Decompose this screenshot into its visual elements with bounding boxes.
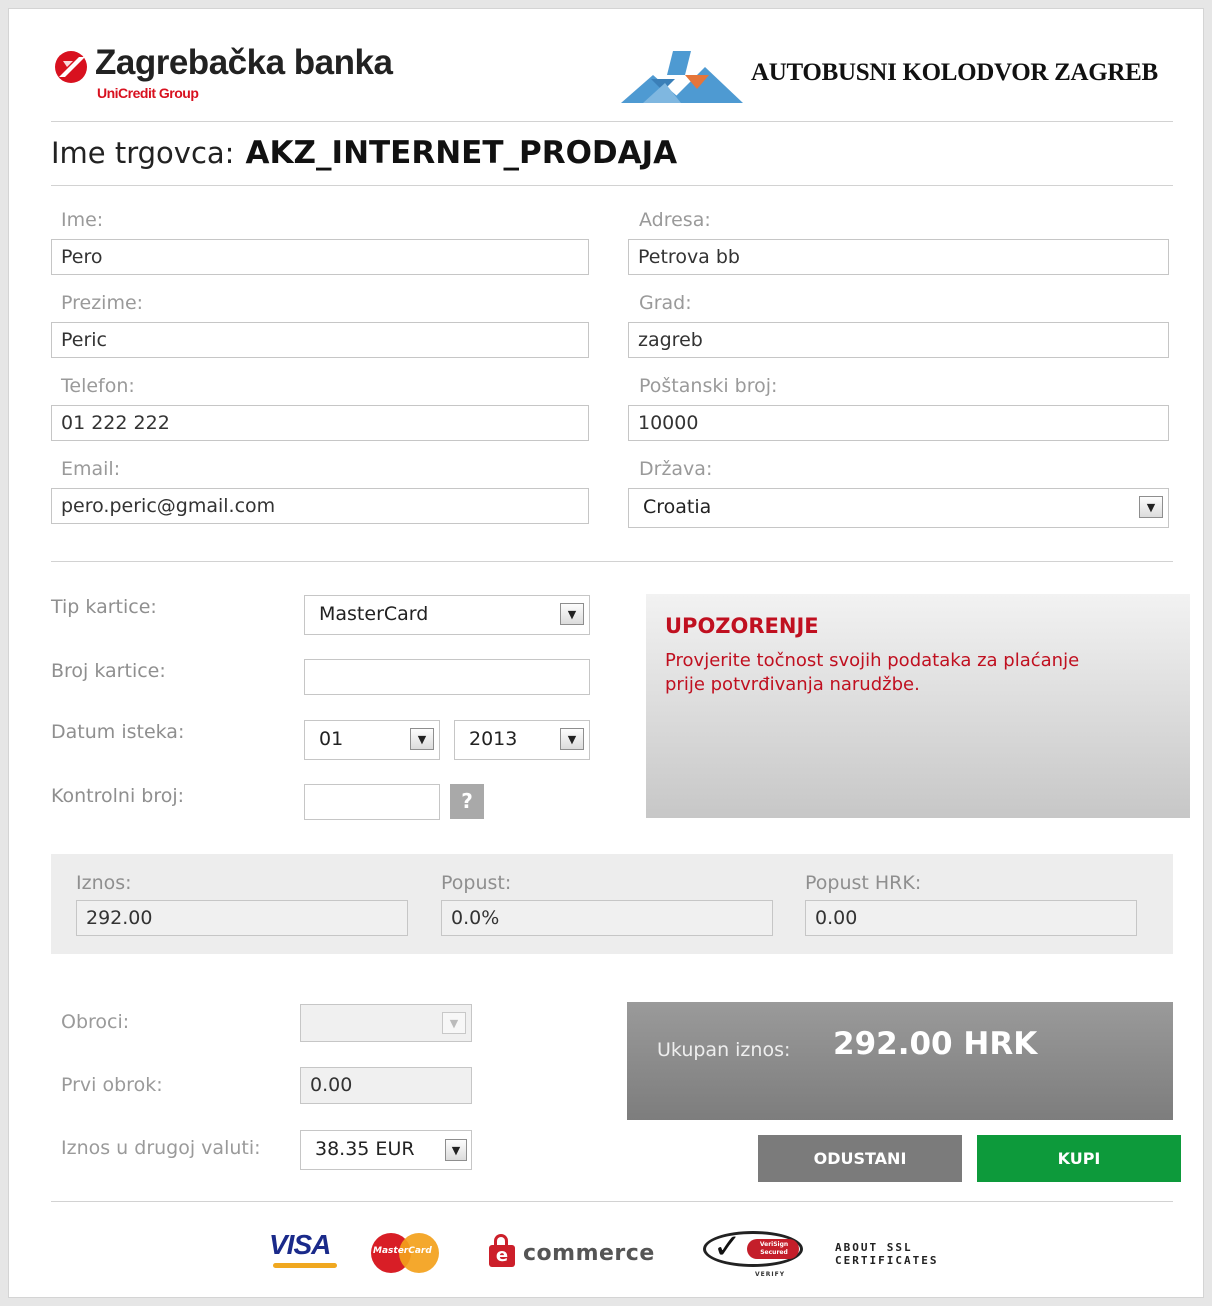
divider (51, 185, 1173, 186)
prezime-field[interactable]: Peric (51, 322, 589, 358)
partner-name: AUTOBUSNI KOLODVOR ZAGREB (751, 59, 1158, 86)
email-field[interactable]: pero.peric@gmail.com (51, 488, 589, 524)
cancel-button[interactable]: ODUSTANI (758, 1135, 962, 1182)
broj-kartice-field[interactable] (304, 659, 590, 695)
postanski-label: Poštanski broj: (639, 375, 778, 397)
ecommerce-text: commerce (523, 1241, 655, 1266)
tip-kartice-value: MasterCard (319, 603, 429, 625)
divider (51, 1201, 1173, 1202)
telefon-label: Telefon: (61, 375, 135, 397)
mastercard-text: MasterCard (373, 1246, 432, 1256)
popust-field: 0.0% (441, 900, 773, 936)
chevron-down-icon[interactable]: ▼ (1139, 496, 1163, 518)
merchant-row: Ime trgovca: AKZ_INTERNET_PRODAJA (51, 135, 677, 171)
payment-page: Zagrebačka banka UniCredit Group AUTOBUS… (8, 8, 1204, 1298)
total-box: Ukupan iznos: 292.00 HRK (627, 1002, 1173, 1120)
warning-box: UPOZORENJE Provjerite točnost svojih pod… (646, 594, 1190, 818)
lock-icon: e (489, 1245, 515, 1267)
chevron-down-icon[interactable]: ▼ (560, 728, 584, 750)
year-value: 2013 (469, 728, 518, 750)
visa-text: VISA (269, 1229, 331, 1260)
drzava-value: Croatia (643, 496, 712, 518)
druga-valuta-label: Iznos u drugoj valuti: (61, 1137, 261, 1159)
year-select[interactable]: 2013 ▼ (454, 720, 590, 760)
kontrolni-broj-field[interactable] (304, 784, 440, 820)
chevron-down-icon[interactable]: ▼ (445, 1139, 467, 1161)
merchant-value: AKZ_INTERNET_PRODAJA (245, 135, 678, 171)
ssl-line-2: CERTIFICATES (835, 1254, 939, 1267)
verisign-sub: VERIFY (755, 1271, 786, 1278)
popust-hrk-field: 0.00 (805, 900, 1137, 936)
iznos-field: 292.00 (76, 900, 408, 936)
druga-valuta-select[interactable]: 38.35 EUR ▼ (300, 1130, 472, 1170)
total-value: 292.00 HRK (833, 1026, 1038, 1062)
help-icon[interactable]: ? (450, 784, 484, 819)
amounts-band: Iznos: 292.00 Popust: 0.0% Popust HRK: 0… (51, 854, 1173, 954)
drzava-select[interactable]: Croatia ▼ (628, 488, 1169, 528)
akz-logo: AUTOBUSNI KOLODVOR ZAGREB (621, 45, 1181, 109)
ssl-line-1: ABOUT SSL (835, 1241, 913, 1254)
zaba-logo: Zagrebačka banka UniCredit Group (51, 43, 421, 109)
popust-label: Popust: (441, 872, 512, 894)
month-value: 01 (319, 728, 344, 750)
bank-group: UniCredit Group (97, 85, 199, 101)
month-select[interactable]: 01 ▼ (304, 720, 440, 760)
akz-logo-icon (621, 51, 743, 103)
prezime-label: Prezime: (61, 292, 144, 314)
postanski-field[interactable]: 10000 (628, 405, 1169, 441)
grad-label: Grad: (639, 292, 692, 314)
email-label: Email: (61, 458, 121, 480)
ime-label: Ime: (61, 209, 104, 231)
kontrolni-broj-label: Kontrolni broj: (51, 785, 185, 807)
zaba-logo-icon (55, 51, 87, 83)
broj-kartice-label: Broj kartice: (51, 660, 166, 682)
obroci-select[interactable]: ▼ (300, 1004, 472, 1042)
divider (51, 121, 1173, 122)
merchant-label: Ime trgovca: (51, 136, 235, 170)
verisign-logo: ✓ VeriSign Secured VERIFY (703, 1225, 813, 1281)
ime-field[interactable]: Pero (51, 239, 589, 275)
visa-stripe (273, 1263, 337, 1268)
chevron-down-icon[interactable]: ▼ (442, 1012, 466, 1034)
grad-field[interactable]: zagreb (628, 322, 1169, 358)
warning-text-1: Provjerite točnost svojih podataka za pl… (665, 650, 1080, 671)
warning-text-2: prije potvrđivanja narudžbe. (665, 674, 920, 695)
drzava-label: Država: (639, 458, 713, 480)
visa-logo: VISA (267, 1229, 347, 1275)
prvi-obrok-label: Prvi obrok: (61, 1074, 163, 1096)
tip-kartice-select[interactable]: MasterCard ▼ (304, 595, 590, 635)
telefon-field[interactable]: 01 222 222 (51, 405, 589, 441)
bank-name: Zagrebačka banka (95, 43, 393, 82)
chevron-down-icon[interactable]: ▼ (410, 728, 434, 750)
adresa-label: Adresa: (639, 209, 711, 231)
chevron-down-icon[interactable]: ▼ (560, 603, 584, 625)
ecommerce-logo: e commerce (489, 1231, 659, 1271)
ssl-certificates-link[interactable]: ABOUT SSL CERTIFICATES (835, 1241, 965, 1273)
iznos-label: Iznos: (76, 872, 132, 894)
adresa-field[interactable]: Petrova bb (628, 239, 1169, 275)
warning-title: UPOZORENJE (665, 614, 819, 638)
obroci-label: Obroci: (61, 1011, 130, 1033)
verisign-text: VeriSign Secured (759, 1241, 789, 1256)
buy-button[interactable]: KUPI (977, 1135, 1181, 1182)
mastercard-logo: MasterCard (371, 1233, 441, 1273)
prvi-obrok-field: 0.00 (300, 1067, 472, 1104)
tip-kartice-label: Tip kartice: (51, 596, 157, 618)
datum-isteka-label: Datum isteka: (51, 721, 185, 743)
checkmark-icon: ✓ (713, 1227, 742, 1267)
divider (51, 561, 1173, 562)
popust-hrk-label: Popust HRK: (805, 872, 922, 894)
druga-valuta-value: 38.35 EUR (315, 1138, 415, 1160)
total-label: Ukupan iznos: (657, 1039, 791, 1061)
